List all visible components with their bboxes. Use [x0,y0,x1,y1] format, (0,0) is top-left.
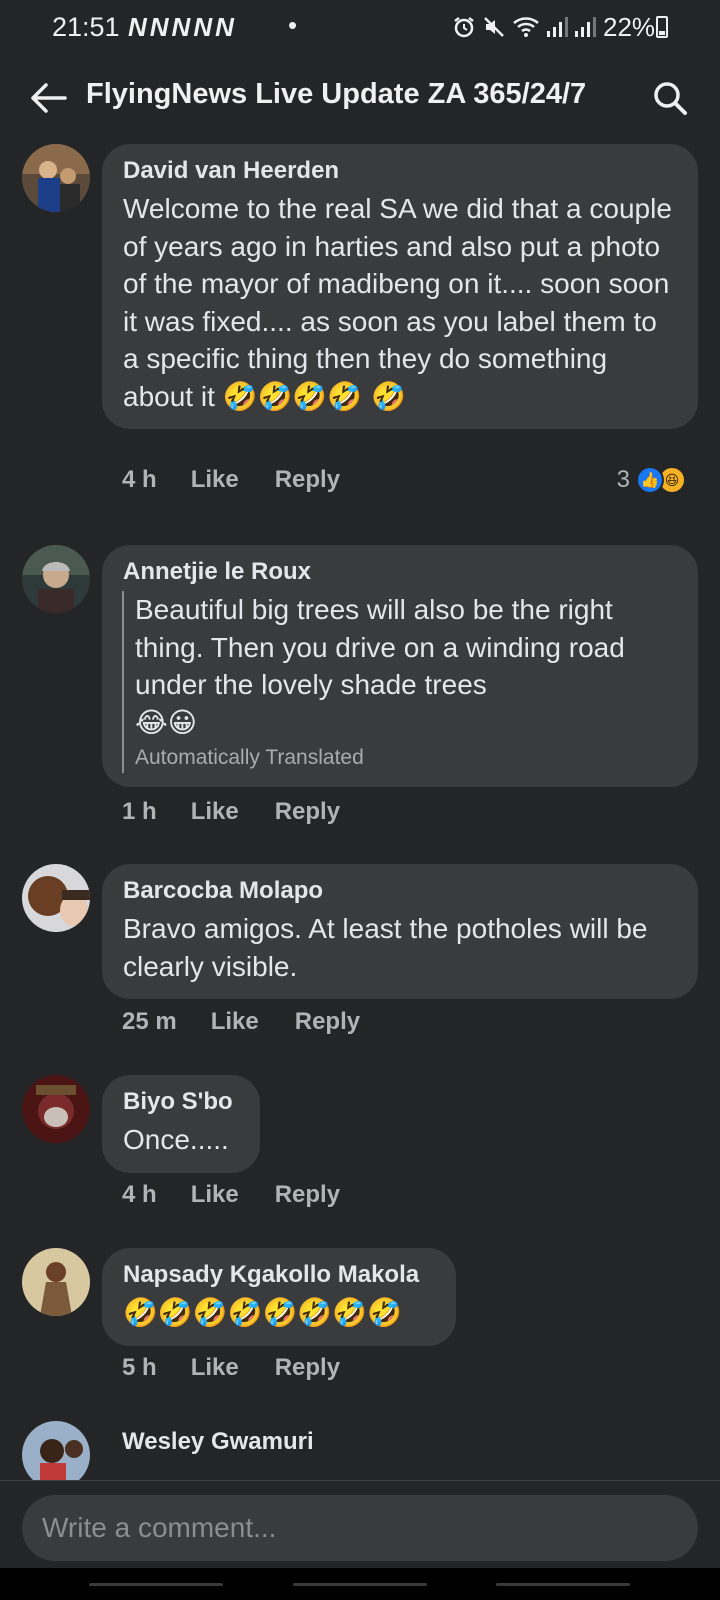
comment-author[interactable]: Napsady Kgakollo Makola [123,1260,436,1290]
comment-actions: 25 m Like Reply [122,1008,360,1036]
comment-text: Beautiful big trees will also be the rig… [135,594,625,700]
comment-time[interactable]: 4 h [122,1181,157,1209]
comment-composer [0,1480,720,1568]
reply-button[interactable]: Reply [275,466,340,494]
avatar[interactable] [22,1248,90,1316]
like-reaction-icon: 👍 [636,466,664,494]
notification-icons: NNNNN [128,12,237,42]
reaction-count: 3 [616,466,630,493]
like-button[interactable]: Like [191,798,239,826]
status-bar: 21:51 NNNNN • 22% [0,0,720,56]
translated-content: Beautiful big trees will also be the rig… [122,591,678,773]
comment-author[interactable]: Biyo S'bo [123,1087,240,1117]
reaction-summary[interactable]: 3 👍 😆 [617,466,686,494]
search-button[interactable] [648,76,692,120]
comment-emoji: 🤣🤣🤣🤣🤣🤣🤣🤣 [123,1296,402,1329]
search-icon [654,82,687,115]
comment-author[interactable]: Barcocba Molapo [123,876,678,906]
avatar[interactable] [22,864,90,932]
reply-button[interactable]: Reply [275,1181,340,1209]
comment-time[interactable]: 4 h [122,466,157,494]
wifi-icon [513,17,539,37]
more-notifications-dot: • [288,10,298,40]
reply-button[interactable]: Reply [275,798,340,826]
avatar[interactable] [22,1075,90,1143]
comment-emoji: 😂😀 [135,705,197,739]
page-title: FlyingNews Live Update ZA 365/24/7 [86,78,587,110]
mute-icon [484,17,504,37]
alarm-icon [454,17,474,38]
reply-button[interactable]: Reply [295,1008,360,1036]
battery-icon [656,16,668,38]
avatar[interactable] [22,1421,90,1489]
comment-actions: 4 h Like Reply [122,466,340,494]
translation-label[interactable]: Automatically Translated [135,743,678,773]
comment-bubble[interactable]: Annetjie le Roux Beautiful big trees wil… [102,545,698,787]
system-nav-bar [0,1568,720,1600]
like-button[interactable]: Like [191,1181,239,1209]
nav-recents[interactable] [89,1583,223,1586]
comment-header: Wesley Gwamuri [122,1427,314,1461]
comment-time[interactable]: 1 h [122,798,157,826]
comment-author[interactable]: David van Heerden [123,156,678,186]
reply-button[interactable]: Reply [275,1354,340,1382]
comment-bubble[interactable]: Napsady Kgakollo Makola 🤣🤣🤣🤣🤣🤣🤣🤣 [102,1248,456,1346]
comment-actions: 4 h Like Reply [122,1181,340,1209]
signal-icon [547,17,568,37]
signal-icon-2 [575,17,596,37]
comment-actions: 5 h Like Reply [122,1354,340,1382]
like-button[interactable]: Like [191,466,239,494]
status-time: 21:51 [52,12,120,42]
nav-back[interactable] [496,1583,630,1586]
comment-author[interactable]: Annetjie le Roux [123,557,678,587]
comment-text: Bravo amigos. At least the potholes will… [123,913,648,982]
system-icons [452,12,596,42]
page-header: FlyingNews Live Update ZA 365/24/7 [0,56,720,140]
back-button[interactable] [26,76,70,120]
comment-time[interactable]: 5 h [122,1354,157,1382]
battery-percent: 22% [603,12,656,42]
comment-text: Once..... [123,1124,229,1155]
comment-author[interactable]: Wesley Gwamuri [122,1427,314,1457]
nav-home[interactable] [293,1583,427,1586]
arrow-left-icon [31,83,67,113]
comment-emoji: 🤣🤣🤣🤣 🤣 [222,379,406,413]
avatar[interactable] [22,545,90,613]
comment-bubble[interactable]: Biyo S'bo Once..... [102,1075,260,1173]
like-button[interactable]: Like [191,1354,239,1382]
comment-bubble[interactable]: Barcocba Molapo Bravo amigos. At least t… [102,864,698,999]
comment-input[interactable] [22,1495,698,1561]
like-button[interactable]: Like [211,1008,259,1036]
comment-bubble[interactable]: David van Heerden Welcome to the real SA… [102,144,698,429]
comment-time[interactable]: 25 m [122,1008,177,1036]
avatar[interactable] [22,144,90,212]
comment-actions: 1 h Like Reply [122,798,340,826]
